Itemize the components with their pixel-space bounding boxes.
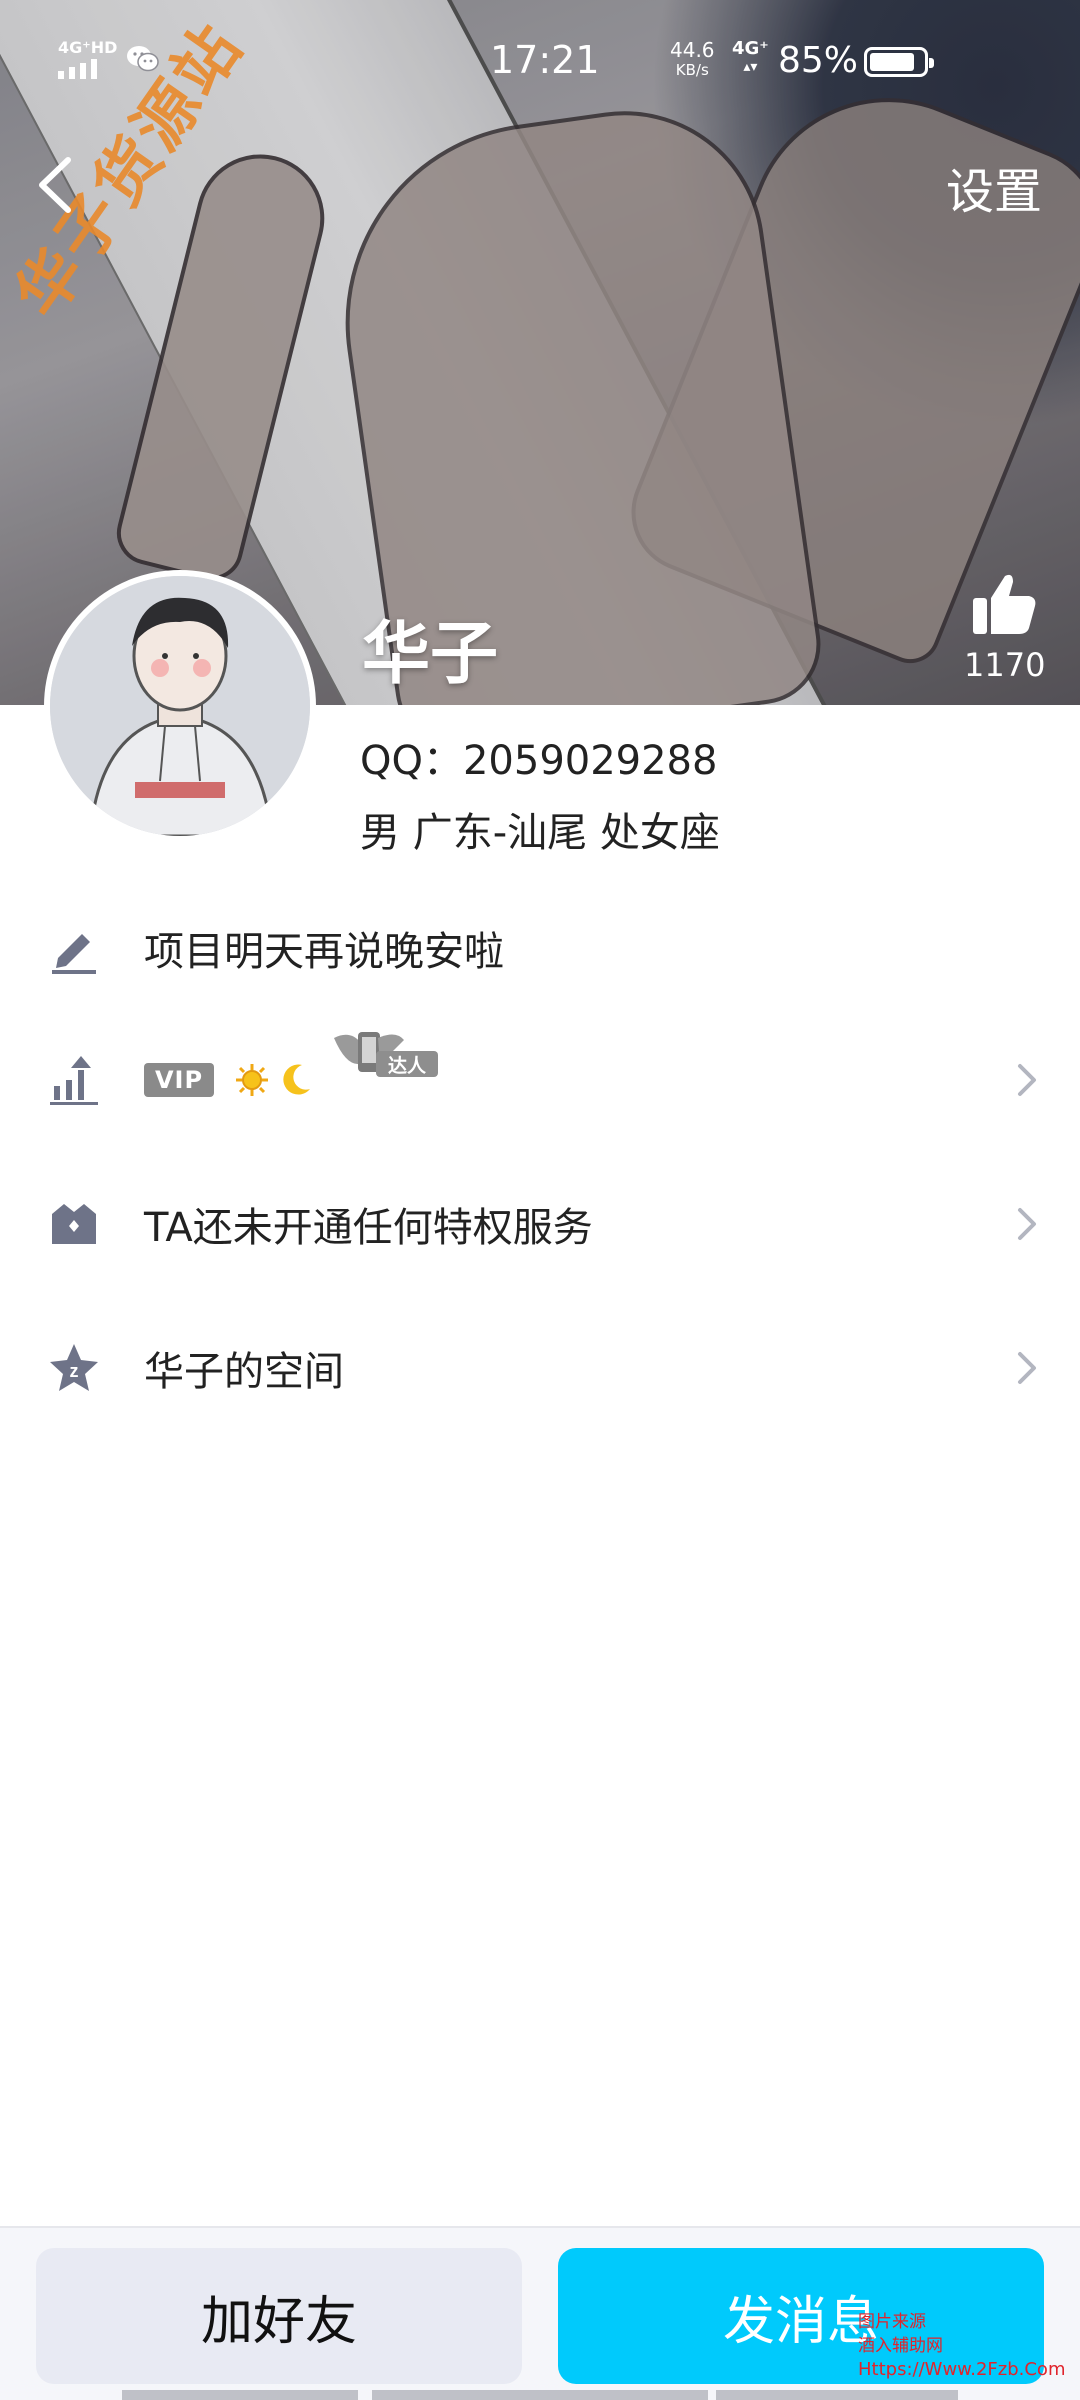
svg-text:z: z — [70, 1361, 79, 1381]
pencil-icon — [52, 934, 96, 974]
qq-number: QQ：2059029288 — [360, 738, 718, 784]
network-speed-value: 44.6 — [670, 38, 715, 62]
watermark-line-2: 酒入辅助网 — [858, 2336, 943, 2356]
like-count: 1170 — [964, 646, 1046, 684]
signature-text: 项目明天再说晚安啦 — [144, 929, 504, 975]
qzone-text: 华子的空间 — [144, 1349, 344, 1395]
chevron-right-icon — [1018, 1352, 1036, 1384]
status-bar: 4G⁺HD 17:21 44.6 KB/s 4G⁺ ▴▾ 85% — [0, 0, 1080, 120]
chevron-right-icon — [1018, 1064, 1036, 1096]
nickname: 华子 — [362, 615, 499, 694]
gesture-bar-center — [372, 2390, 708, 2400]
avatar[interactable] — [44, 570, 316, 842]
privilege-text: TA还未开通任何特权服务 — [144, 1205, 593, 1251]
qzone-row[interactable]: z 华子的空间 — [0, 1308, 1080, 1428]
add-friend-button[interactable]: 加好友 — [36, 2248, 522, 2384]
profile-info: 男 广东-汕尾 处女座 — [360, 810, 720, 856]
watermark-line-1: 图片来源 — [858, 2312, 926, 2332]
thumbs-up-icon — [973, 574, 1036, 634]
level-up-icon — [50, 1056, 98, 1105]
like-button[interactable]: 1170 — [964, 572, 1046, 684]
signal-label: 4G⁺HD — [58, 38, 118, 57]
crown-bag-icon — [52, 1204, 96, 1244]
back-arrow-icon[interactable] — [28, 150, 88, 220]
qzone-star-icon: z — [50, 1344, 98, 1391]
battery-icon — [864, 47, 934, 77]
network-speed-unit: KB/s — [675, 61, 709, 79]
gesture-bar-left — [122, 2390, 358, 2400]
signal-indicator: 4G⁺HD — [58, 38, 117, 79]
signal-bars-icon — [58, 59, 97, 79]
sun-icon — [236, 1064, 268, 1096]
network-type-label: 4G⁺ — [732, 38, 769, 59]
avatar-illustration — [50, 576, 310, 836]
privilege-row[interactable]: TA还未开通任何特权服务 — [0, 1164, 1080, 1284]
level-badges-row[interactable]: VIP 达人 — [0, 1020, 1080, 1140]
image-source-watermark: 图片来源 酒入辅助网 Https://Www.2Fzb.Com — [858, 2310, 1065, 2382]
moon-icon — [283, 1064, 310, 1095]
gesture-bar-right — [716, 2390, 958, 2400]
network-speed: 44.6 KB/s — [670, 40, 715, 80]
daren-badge: 达人 — [376, 1051, 438, 1077]
watermark-url: Https://Www.2Fzb.Com — [858, 2359, 1066, 2380]
data-arrows-icon: ▴▾ — [743, 59, 758, 75]
battery-percent: 85% — [778, 40, 859, 81]
network-type: 4G⁺ ▴▾ — [732, 40, 769, 76]
settings-button[interactable]: 设置 — [946, 152, 1042, 222]
wechat-icon — [127, 46, 159, 72]
clock: 17:21 — [490, 38, 600, 82]
vip-badge: VIP — [144, 1063, 214, 1097]
signature-row[interactable]: 项目明天再说晚安啦 — [0, 888, 1080, 1008]
chevron-right-icon — [1018, 1208, 1036, 1240]
